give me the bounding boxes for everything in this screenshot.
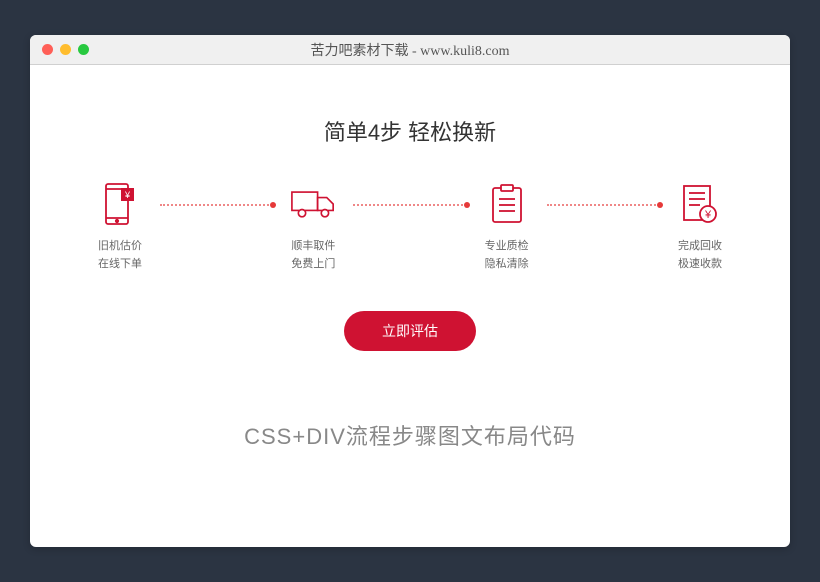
content-area: 简单4步 轻松换新 ¥ 旧机估价 在线下单 <box>30 65 790 451</box>
step-line2: 在线下单 <box>98 256 142 274</box>
step-line2: 极速收款 <box>678 256 722 274</box>
titlebar: 苦力吧素材下载 - www.kuli8.com <box>30 35 790 65</box>
svg-text:¥: ¥ <box>124 190 131 200</box>
step-line1: 顺丰取件 <box>291 238 335 256</box>
minimize-icon[interactable] <box>60 44 71 55</box>
truck-icon <box>291 182 335 226</box>
step-connector <box>353 204 466 206</box>
page-heading: 简单4步 轻松换新 <box>50 115 770 147</box>
step-connector <box>160 204 273 206</box>
step-line1: 专业质检 <box>485 238 529 256</box>
step-connector <box>547 204 660 206</box>
svg-text:¥: ¥ <box>704 209 712 221</box>
step-item: ¥ 旧机估价 在线下单 <box>80 182 160 273</box>
browser-window: 苦力吧素材下载 - www.kuli8.com 简单4步 轻松换新 ¥ <box>30 35 790 547</box>
step-label: 旧机估价 在线下单 <box>98 238 142 273</box>
close-icon[interactable] <box>42 44 53 55</box>
steps-row: ¥ 旧机估价 在线下单 <box>50 182 770 273</box>
step-line2: 免费上门 <box>291 256 335 274</box>
step-line1: 旧机估价 <box>98 238 142 256</box>
phone-price-icon: ¥ <box>98 182 142 226</box>
step-item: 顺丰取件 免费上门 <box>273 182 353 273</box>
step-line2: 隐私清除 <box>485 256 529 274</box>
step-item: 专业质检 隐私清除 <box>467 182 547 273</box>
traffic-lights <box>30 44 89 55</box>
maximize-icon[interactable] <box>78 44 89 55</box>
clipboard-icon <box>485 182 529 226</box>
cta-area: 立即评估 <box>50 311 770 351</box>
receipt-money-icon: ¥ <box>678 182 722 226</box>
step-label: 专业质检 隐私清除 <box>485 238 529 273</box>
page-caption: CSS+DIV流程步骤图文布局代码 <box>50 419 770 451</box>
evaluate-button[interactable]: 立即评估 <box>344 311 476 351</box>
step-line1: 完成回收 <box>678 238 722 256</box>
window-title: 苦力吧素材下载 - www.kuli8.com <box>30 40 790 60</box>
step-item: ¥ 完成回收 极速收款 <box>660 182 740 273</box>
step-label: 顺丰取件 免费上门 <box>291 238 335 273</box>
step-label: 完成回收 极速收款 <box>678 238 722 273</box>
